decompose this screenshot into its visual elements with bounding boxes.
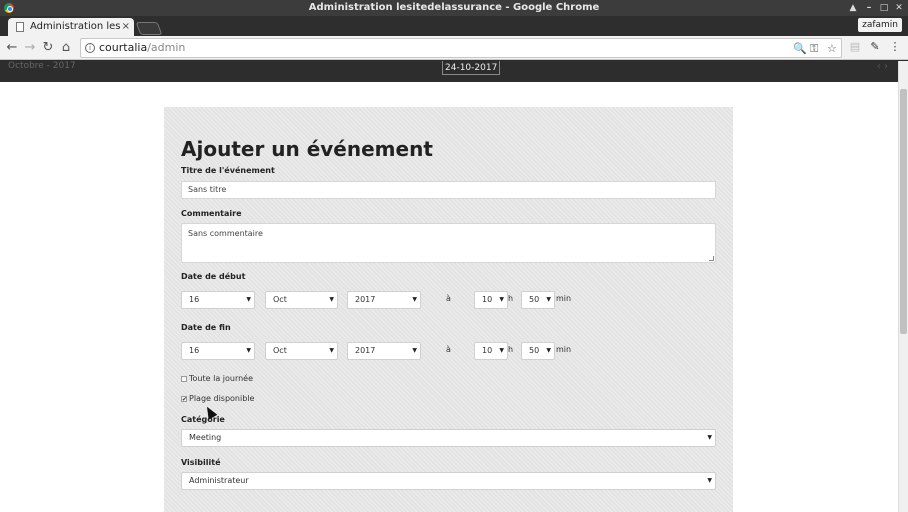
window-title: Administration lesitedelassurance - Goog…: [308, 2, 600, 13]
info-icon[interactable]: i: [85, 43, 95, 53]
event-title-input[interactable]: Sans titre: [181, 181, 716, 199]
end-hour-select[interactable]: 10 ▼: [474, 342, 508, 360]
visibility-label: Visibilité: [181, 458, 221, 467]
end-day-select[interactable]: 16 ▼: [181, 342, 255, 360]
end-year-select[interactable]: 2017 ▼: [347, 342, 421, 360]
menu-icon[interactable]: ⋮: [888, 40, 902, 54]
end-month-select[interactable]: Oct ▼: [265, 342, 338, 360]
end-min-text: min: [556, 345, 572, 354]
profile-button[interactable]: zafamin: [858, 18, 902, 32]
start-date-label: Date de début: [181, 272, 246, 281]
chevron-down-icon: ▼: [246, 296, 251, 303]
chevron-down-icon: ▼: [707, 434, 712, 441]
home-icon[interactable]: ⌂: [58, 39, 74, 57]
tab-admin[interactable]: Administration lesit ×: [8, 18, 134, 36]
tab-label: Administration lesit: [30, 21, 128, 32]
maximize-icon[interactable]: □: [877, 0, 891, 16]
event-title-label: Titre de l'événement: [181, 166, 275, 175]
tab-close-icon[interactable]: ×: [119, 18, 130, 36]
end-date-label: Date de fin: [181, 323, 231, 332]
extension-icon[interactable]: ▤: [848, 40, 862, 54]
page-scrollbar[interactable]: [898, 61, 908, 512]
comment-textarea[interactable]: Sans commentaire: [181, 223, 716, 263]
zoom-icon[interactable]: 🔍: [793, 40, 807, 58]
close-window-icon[interactable]: ✕: [892, 0, 906, 16]
start-h-text: h: [508, 294, 514, 303]
category-select[interactable]: Meeting ▼: [181, 429, 716, 447]
end-h-text: h: [508, 345, 514, 354]
chrome-logo-icon: [4, 3, 14, 13]
start-day-select[interactable]: 16 ▼: [181, 291, 255, 309]
calendar-month: Octobre - 2017: [8, 61, 76, 71]
form-title: Ajouter un événement: [181, 137, 433, 161]
chevron-down-icon: ▼: [546, 296, 551, 303]
calendar-nav-arrows[interactable]: ‹ ›: [877, 61, 888, 72]
add-event-form: Ajouter un événement Titre de l'événemen…: [164, 107, 733, 512]
category-label: Catégorie: [181, 415, 225, 424]
key-icon[interactable]: ⚿: [810, 40, 818, 58]
extension-icon-2[interactable]: ✎: [868, 40, 882, 54]
address-bar[interactable]: i courtalia/admin 🔍 ⚿ ☆: [80, 38, 842, 58]
browser-toolbar: ← → ↻ ⌂ i courtalia/admin 🔍 ⚿ ☆ ▤ ✎ ⋮: [0, 36, 908, 60]
window-up-icon[interactable]: ▲: [846, 0, 860, 16]
chevron-down-icon: ▼: [412, 296, 417, 303]
comment-text: Sans commentaire: [188, 229, 263, 238]
bookmark-star-icon[interactable]: ☆: [827, 40, 837, 58]
page-icon: [16, 22, 24, 32]
chevron-down-icon: ▼: [329, 347, 334, 354]
chevron-down-icon: ▼: [246, 347, 251, 354]
window-title-bar: Administration lesitedelassurance - Goog…: [0, 0, 908, 16]
calendar-header: Octobre - 2017 24-10-2017 ‹ ›: [0, 61, 898, 82]
minimize-icon[interactable]: –: [862, 0, 876, 16]
url-host: courtalia: [99, 41, 148, 54]
scrollbar-thumb[interactable]: [900, 89, 907, 334]
new-tab-button[interactable]: [135, 22, 163, 35]
chevron-down-icon: ▼: [499, 296, 504, 303]
forward-icon[interactable]: →: [22, 39, 38, 57]
end-minute-select[interactable]: 50 ▼: [521, 342, 555, 360]
back-icon[interactable]: ←: [4, 39, 20, 57]
resize-handle-icon[interactable]: [709, 256, 714, 261]
calendar-date: 24-10-2017: [442, 61, 501, 75]
chevron-down-icon: ▼: [499, 347, 504, 354]
chevron-down-icon: ▼: [329, 296, 334, 303]
start-year-select[interactable]: 2017 ▼: [347, 291, 421, 309]
chevron-down-icon: ▼: [412, 347, 417, 354]
end-at-text: à: [446, 345, 451, 354]
tab-strip: Administration lesit × zafamin: [0, 16, 908, 36]
start-month-select[interactable]: Oct ▼: [265, 291, 338, 309]
url-path: /admin: [147, 41, 186, 54]
comment-label: Commentaire: [181, 209, 242, 218]
all-day-checkbox[interactable]: [181, 376, 187, 382]
available-label: Plage disponible: [189, 394, 255, 403]
page-viewport: Octobre - 2017 24-10-2017 ‹ › Ajouter un…: [0, 61, 908, 512]
chevron-down-icon: ▼: [546, 347, 551, 354]
start-min-text: min: [556, 294, 572, 303]
start-at-text: à: [446, 294, 451, 303]
visibility-select[interactable]: Administrateur ▼: [181, 472, 716, 490]
available-checkbox[interactable]: ✔: [181, 396, 187, 403]
start-hour-select[interactable]: 10 ▼: [474, 291, 508, 309]
reload-icon[interactable]: ↻: [40, 39, 56, 57]
chevron-down-icon: ▼: [707, 477, 712, 484]
all-day-label: Toute la journée: [189, 374, 254, 383]
start-minute-select[interactable]: 50 ▼: [521, 291, 555, 309]
